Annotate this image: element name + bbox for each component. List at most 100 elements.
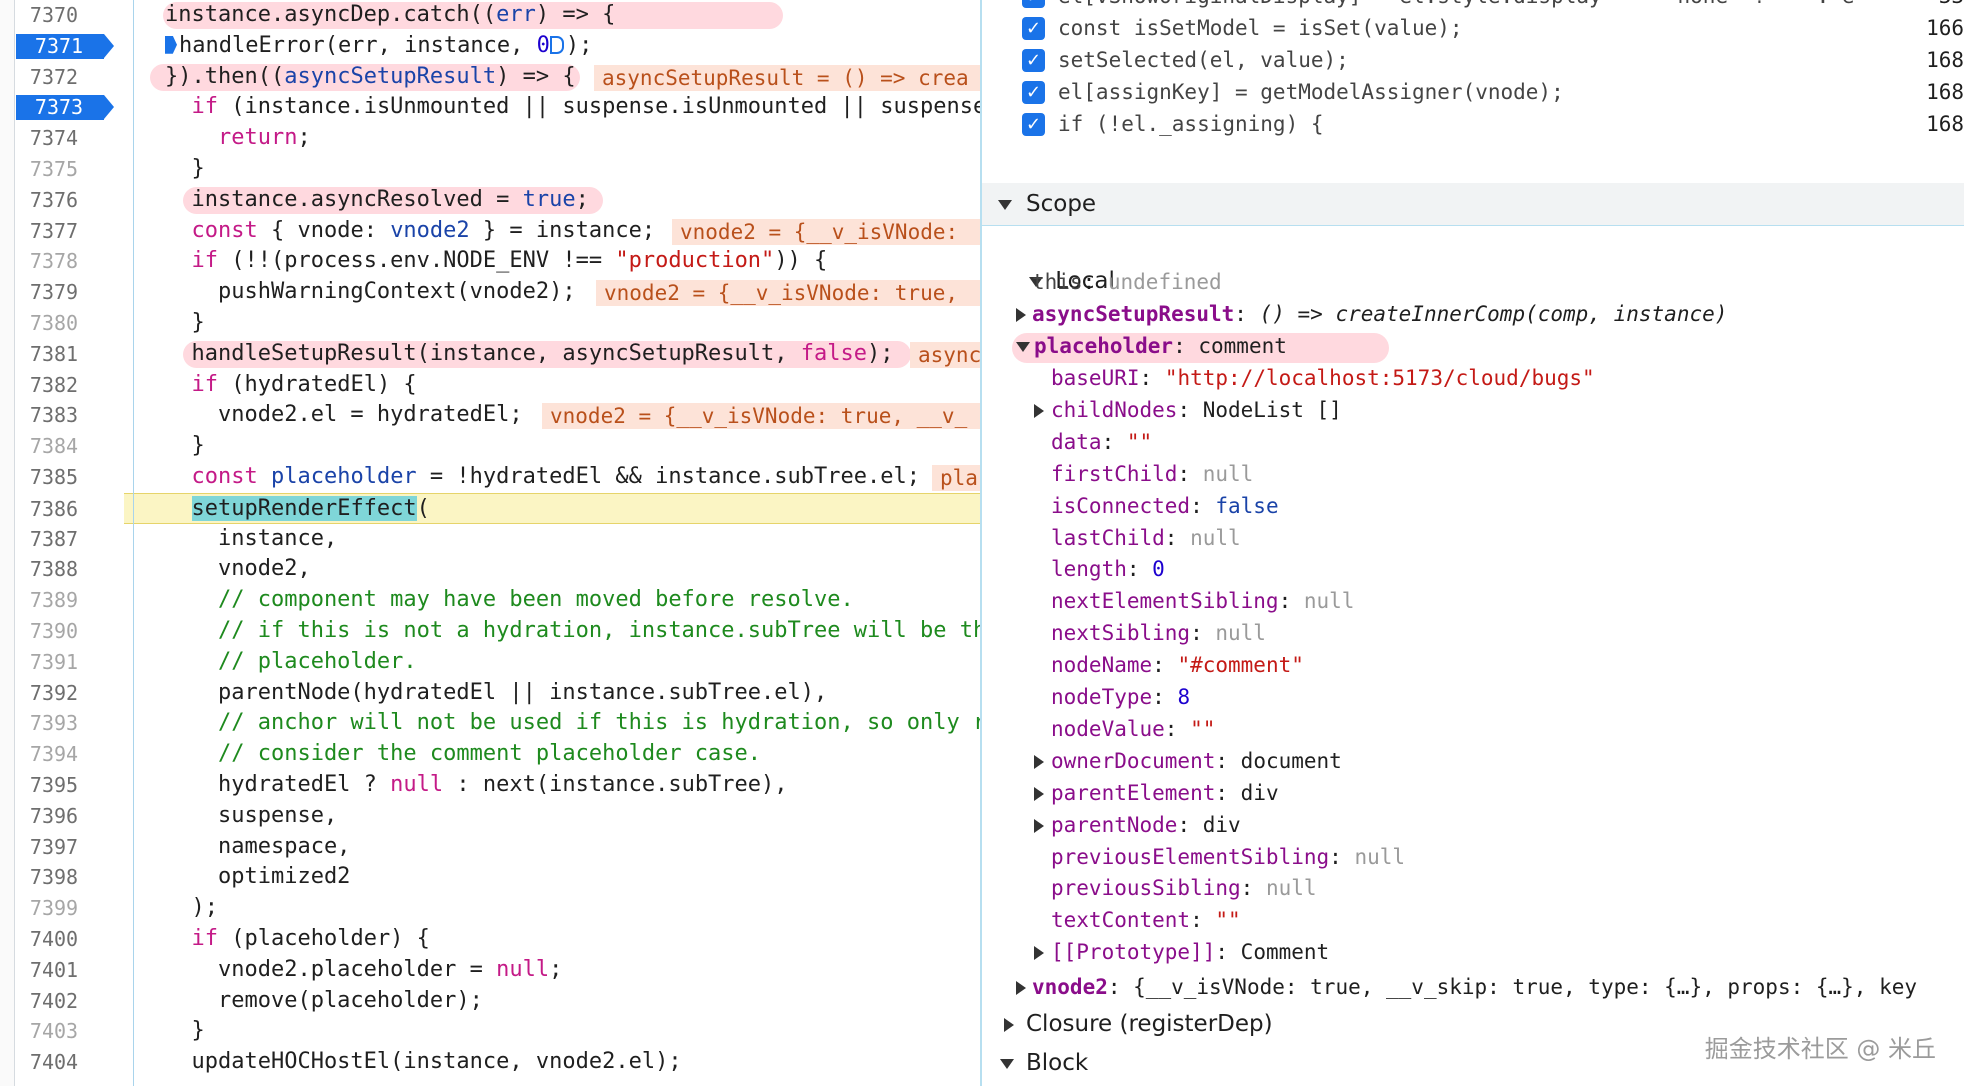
- code-token: if: [191, 926, 219, 951]
- line-number[interactable]: 7397: [16, 832, 92, 863]
- code-token: instance.asyncDep.catch((: [165, 2, 497, 27]
- checkmark-icon[interactable]: ✓: [1022, 17, 1045, 40]
- line-number[interactable]: 7377: [16, 216, 92, 247]
- prop-key: nodeValue: [1051, 716, 1165, 741]
- scope-block-header[interactable]: Block: [982, 1047, 1088, 1079]
- line-number[interactable]: 7375: [16, 154, 92, 185]
- line-number: 7371: [34, 33, 84, 58]
- line-number[interactable]: 7384: [16, 431, 92, 462]
- code-line: 7396 suspense,: [0, 801, 980, 832]
- chevron-right-icon[interactable]: [1034, 786, 1044, 801]
- line-number[interactable]: 7372: [16, 62, 92, 93]
- prop-value: undefined: [1107, 270, 1222, 294]
- code-text: hydratedEl ? null : next(instance.subTre…: [165, 770, 788, 801]
- chevron-right-icon[interactable]: [1016, 308, 1026, 322]
- checkmark-icon[interactable]: ✓: [1022, 0, 1045, 8]
- code-token: const: [191, 464, 258, 489]
- prop-value: Comment: [1240, 940, 1330, 965]
- checkmark-icon[interactable]: ✓: [1022, 81, 1045, 104]
- code-token: );: [867, 340, 894, 366]
- prop-key: nodeName: [1051, 653, 1153, 678]
- line-number[interactable]: 7401: [16, 955, 92, 986]
- checkmark-icon[interactable]: ✓: [1022, 113, 1045, 136]
- source-editor[interactable]: 7370 instance.asyncDep.catch((err) => {73…: [0, 0, 980, 1086]
- scope-local-header[interactable]: Local: [982, 233, 1115, 294]
- scope-placeholder[interactable]: placeholder: comment: [1016, 330, 1287, 362]
- line-number[interactable]: 7391: [16, 647, 92, 678]
- line-number[interactable]: 7382: [16, 370, 92, 401]
- line-number[interactable]: 7393: [16, 708, 92, 739]
- line-number[interactable]: 7386: [16, 494, 92, 525]
- scope-property[interactable]: parentNode: div: [1034, 809, 1241, 841]
- line-number[interactable]: 7389: [16, 585, 92, 616]
- line-number[interactable]: 7402: [16, 986, 92, 1017]
- line-number[interactable]: 7383: [16, 400, 92, 431]
- breakpoint-marker[interactable]: 7373: [16, 95, 114, 121]
- line-number[interactable]: 7403: [16, 1016, 92, 1047]
- scope-closure-header[interactable]: Closure (registerDep): [982, 1008, 1273, 1040]
- breakpoint-item[interactable]: ✓ if (!el._assigning) {168: [982, 104, 1964, 144]
- scope-property: data: "": [1051, 429, 1153, 454]
- scope-section-header[interactable]: Scope: [982, 183, 1964, 226]
- line-number[interactable]: 7378: [16, 246, 92, 277]
- breakpoint-marker[interactable]: 7371: [16, 33, 114, 59]
- code-token: : next(instance.subTree),: [443, 772, 788, 797]
- line-number[interactable]: 7395: [16, 770, 92, 801]
- inline-breakpoint-icon[interactable]: [165, 35, 177, 54]
- chevron-right-icon[interactable]: [1034, 403, 1044, 418]
- line-number[interactable]: 7400: [16, 924, 92, 955]
- chevron-down-icon: [1000, 1058, 1014, 1069]
- prop-key: asyncSetupResult: [1032, 302, 1235, 326]
- scope-property: textContent: "": [1051, 908, 1241, 933]
- line-number[interactable]: 7396: [16, 801, 92, 832]
- code-token: if: [191, 94, 219, 120]
- scope-property[interactable]: ownerDocument: document: [1034, 745, 1342, 777]
- scope-vnode2[interactable]: vnode2: {__v_isVNode: true, __v_skip: tr…: [1016, 971, 1917, 1003]
- code-text: instance,: [165, 524, 337, 555]
- line-number[interactable]: 7387: [16, 524, 92, 555]
- line-number[interactable]: 7381: [16, 339, 92, 370]
- code-line: 7397 namespace,: [0, 832, 980, 863]
- chevron-right-icon[interactable]: [1034, 946, 1044, 961]
- line-number[interactable]: 7390: [16, 616, 92, 647]
- code-line: 7403 }: [0, 1016, 980, 1047]
- scope-property: previousSibling: null: [1051, 876, 1317, 901]
- closure-label: Closure (registerDep): [1026, 1011, 1273, 1037]
- line-number[interactable]: 7376: [16, 185, 92, 216]
- prop-key: nextElementSibling: [1051, 589, 1279, 614]
- line-number[interactable]: 7380: [16, 308, 92, 339]
- line-number[interactable]: 7388: [16, 554, 92, 585]
- line-number[interactable]: 7398: [16, 862, 92, 893]
- line-number[interactable]: 7370: [16, 0, 92, 31]
- line-number[interactable]: 7392: [16, 678, 92, 709]
- code-token: 0: [536, 32, 550, 58]
- code-token: { vnode:: [257, 217, 391, 243]
- scope-property[interactable]: parentElement: div: [1034, 777, 1279, 809]
- line-number[interactable]: 7379: [16, 277, 92, 308]
- inline-breakpoint-icon[interactable]: [549, 35, 564, 54]
- scope-async-setup-result[interactable]: asyncSetupResult: () => createInnerComp(…: [1016, 298, 1727, 330]
- line-number[interactable]: 7385: [16, 462, 92, 493]
- prop-value: {__v_isVNode: true, __v_skip: true, type…: [1133, 975, 1918, 999]
- line-number[interactable]: 7374: [16, 123, 92, 154]
- chevron-right-icon[interactable]: [1034, 754, 1044, 769]
- chevron-right-icon[interactable]: [1034, 818, 1044, 833]
- inline-value-preview: asyncSetupResult = () => crea: [594, 64, 980, 91]
- line-number[interactable]: 7394: [16, 739, 92, 770]
- line-number[interactable]: 7404: [16, 1047, 92, 1078]
- code-line: 7389 // component may have been moved be…: [0, 585, 980, 616]
- prop-value: document: [1240, 748, 1342, 773]
- checkmark-icon[interactable]: ✓: [1022, 49, 1045, 72]
- code-token: suspense,: [165, 802, 338, 828]
- code-line: 7383 vnode2.el = hydratedEl; vnode2 = {__…: [0, 400, 980, 431]
- code-line: 7379 pushWarningContext(vnode2); vnode2 =…: [0, 277, 980, 308]
- code-token: instance,: [165, 525, 338, 551]
- line-number[interactable]: 7399: [16, 893, 92, 924]
- chevron-down-icon[interactable]: [1016, 342, 1030, 352]
- scope-property[interactable]: [[Prototype]]: Comment: [1034, 936, 1329, 968]
- inline-value-preview: vnode2 = {__v_isVNode: true,: [596, 280, 980, 307]
- code-text: );: [165, 893, 218, 924]
- scope-title: Scope: [1026, 191, 1097, 217]
- chevron-right-icon[interactable]: [1016, 981, 1026, 995]
- scope-property[interactable]: childNodes: NodeList []: [1034, 394, 1342, 426]
